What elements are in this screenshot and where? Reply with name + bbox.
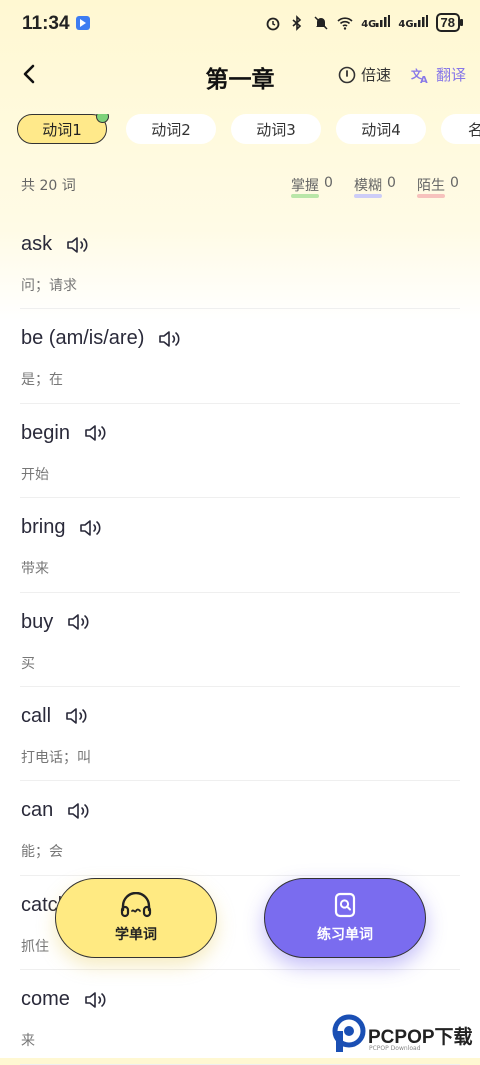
tab-active-dot [96, 114, 109, 123]
speed-dial-icon [338, 66, 356, 83]
word-text: come [21, 988, 70, 1011]
mastered-label: 掌握 [291, 175, 319, 198]
speaker-icon[interactable] [66, 235, 92, 255]
word-meaning: 是；在 [21, 372, 63, 389]
learn-words-button[interactable]: 学单词 [55, 878, 217, 958]
speaker-icon[interactable] [67, 801, 93, 821]
word-meaning: 买 [21, 655, 35, 672]
fuzzy-count: 0 [387, 175, 396, 191]
mute-bell-icon [314, 15, 328, 30]
word-text: ask [21, 233, 53, 255]
word-total: 共 20 词 [21, 178, 76, 194]
speed-button[interactable]: 倍速 [338, 64, 391, 85]
speaker-icon[interactable] [84, 990, 110, 1010]
practice-card-icon [334, 892, 356, 918]
word-meaning: 打电话；叫 [21, 749, 91, 766]
tab-verbs-3[interactable]: 动词3 [231, 114, 321, 144]
tab-label: 名 [468, 120, 480, 139]
headphones-icon [120, 892, 152, 918]
speaker-icon[interactable] [67, 612, 93, 632]
word-meaning: 来 [21, 1033, 35, 1050]
word-text: call [21, 704, 52, 727]
status-icons: 4G 4G 78 [265, 13, 464, 32]
category-tabs: 动词1 动词2 动词3 动词4 名 [0, 114, 480, 148]
translate-label: 翻译 [436, 66, 467, 84]
signal-bars-icon [376, 15, 391, 27]
speed-label: 倍速 [361, 66, 392, 84]
svg-text:A: A [420, 75, 428, 84]
status-time: 11:34 [22, 13, 70, 34]
bluetooth-icon [292, 14, 302, 31]
speaker-icon[interactable] [79, 518, 105, 538]
word-text: can [21, 799, 54, 822]
word-meaning: 抓住 [21, 938, 49, 955]
speaker-icon[interactable] [65, 706, 91, 726]
pcpop-watermark: PCPOP下载 PCPOP Download [332, 1010, 480, 1058]
word-meaning: 带来 [21, 561, 49, 578]
learn-words-label: 学单词 [115, 927, 157, 943]
practice-words-button[interactable]: 练习单词 [264, 878, 426, 958]
word-meaning: 开始 [21, 466, 49, 483]
word-text: buy [21, 610, 54, 633]
translate-icon: 文A [411, 67, 428, 84]
watermark-subtext: PCPOP Download [369, 1045, 421, 1052]
word-meaning: 能；会 [21, 844, 63, 861]
mastered-stat[interactable]: 掌握 0 [291, 175, 333, 198]
battery-indicator: 78 [435, 13, 464, 32]
list-item[interactable]: be (am/is/are) 是；在 [20, 309, 460, 404]
tab-label: 动词1 [42, 120, 82, 139]
tab-label: 动词4 [361, 120, 401, 139]
fuzzy-stat[interactable]: 模糊 0 [354, 175, 396, 198]
word-text: begin [21, 421, 70, 444]
speaker-icon[interactable] [158, 329, 184, 349]
signal-2: 4G [398, 15, 428, 30]
tab-nouns[interactable]: 名 [441, 114, 480, 144]
list-item[interactable]: can 能；会 [20, 781, 460, 876]
unknown-stat[interactable]: 陌生 0 [417, 175, 459, 198]
list-item[interactable]: buy 买 [20, 593, 460, 687]
unknown-count: 0 [450, 175, 459, 191]
alarm-icon [266, 17, 280, 30]
tab-verbs-2[interactable]: 动词2 [126, 114, 216, 144]
translate-button[interactable]: 文A 翻译 [411, 64, 466, 85]
status-bar: 11:34 4G 4G 78 [0, 0, 480, 46]
fuzzy-label: 模糊 [354, 175, 382, 198]
list-item[interactable]: begin 开始 [20, 404, 460, 499]
tab-verbs-1[interactable]: 动词1 [17, 114, 109, 144]
signal-1: 4G [361, 15, 391, 30]
page-title: 第一章 [205, 67, 275, 93]
word-text: be (am/is/are) [21, 327, 145, 350]
tab-label: 动词3 [256, 120, 296, 139]
tab-verbs-4[interactable]: 动词4 [336, 114, 426, 144]
signal-bars-icon [413, 15, 428, 27]
speaker-icon[interactable] [84, 423, 110, 443]
wifi-icon [337, 16, 353, 30]
word-meaning: 问；请求 [21, 278, 77, 294]
mastered-count: 0 [324, 175, 333, 191]
video-app-icon [76, 16, 90, 30]
word-text: bring [21, 516, 66, 539]
list-item[interactable]: bring 带来 [20, 498, 460, 593]
header: 第一章 倍速 文A 翻译 [0, 52, 480, 98]
list-item[interactable]: ask 问；请求 [20, 215, 460, 310]
unknown-label: 陌生 [417, 175, 445, 198]
pcpop-logo-icon [332, 1014, 366, 1052]
list-item[interactable]: call 打电话；叫 [20, 687, 460, 782]
practice-words-label: 练习单词 [317, 927, 373, 943]
word-summary: 共 20 词 掌握 0 模糊 0 陌生 0 [0, 170, 480, 200]
tab-label: 动词2 [151, 120, 191, 139]
